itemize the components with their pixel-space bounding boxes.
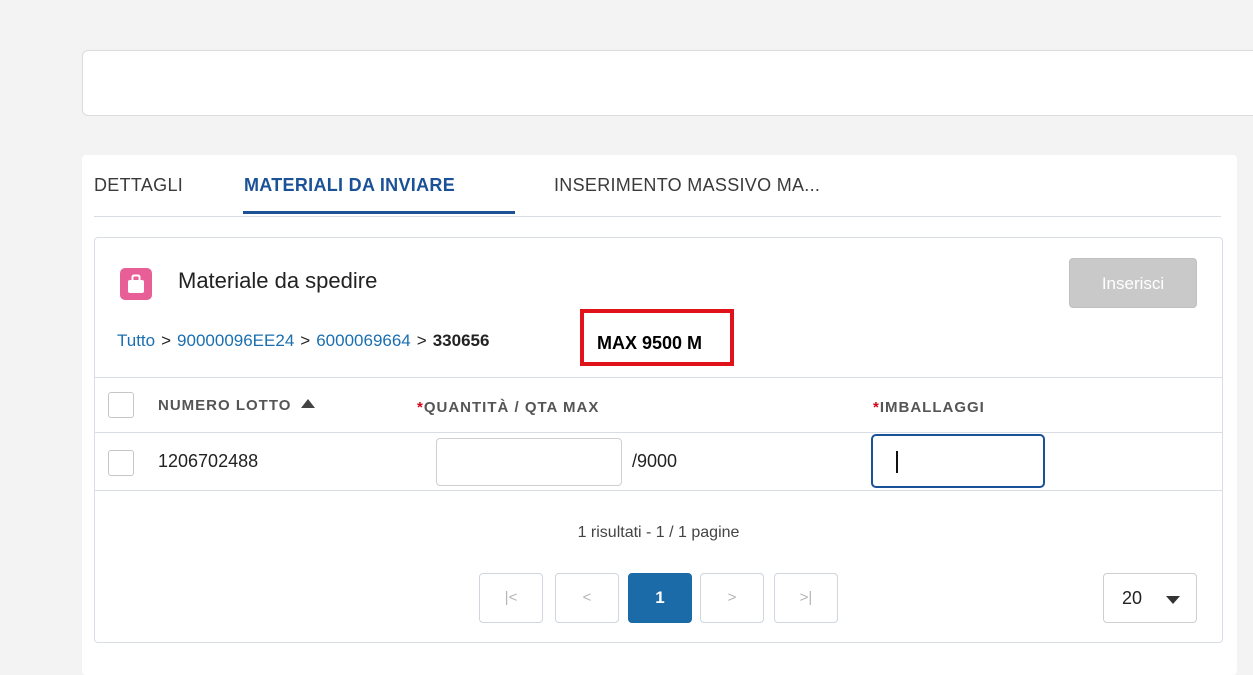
main-panel: DETTAGLI MATERIALI DA INVIARE INSERIMENT… [82,155,1237,675]
lotto-number: 1206702488 [158,451,259,471]
materiale-card: Materiale da spedire Inserisci Tutto >900… [94,237,1223,643]
sort-ascending-icon [301,399,316,408]
tab-inserimento-massivo[interactable]: INSERIMENTO MASSIVO MA... [554,175,820,196]
page-size-select[interactable]: 20 [1103,573,1197,623]
breadcrumb: Tutto >90000096EE24 >6000069664 >330656 [117,331,489,351]
breadcrumb-item-tutto[interactable]: Tutto [117,331,155,350]
column-header-numero-lotto[interactable]: NUMERO LOTTO [158,397,316,414]
breadcrumb-separator: > [161,331,172,350]
column-header-quantita: *QUANTITÀ / QTA MAX [417,399,599,416]
text-cursor [896,451,898,473]
prev-page-button[interactable]: < [555,573,619,623]
qta-max-value: /9000 [632,451,678,471]
page-size-value: 20 [1122,588,1143,608]
insert-button[interactable]: Inserisci [1069,258,1197,308]
active-tab-indicator [243,211,515,214]
imballaggi-input[interactable] [871,434,1045,488]
required-mark: * [417,399,424,416]
page-1-button[interactable]: 1 [628,573,692,623]
required-mark: * [873,399,880,416]
header-panel [82,50,1253,116]
results-summary: 1 risultati - 1 / 1 pagine [577,524,740,541]
breadcrumb-item-current: 330656 [432,331,490,350]
tab-bar: DETTAGLI MATERIALI DA INVIARE INSERIMENT… [94,155,1221,217]
tab-dettagli[interactable]: DETTAGLI [94,175,183,196]
table-header: NUMERO LOTTO *QUANTITÀ / QTA MAX *IMBALL… [95,377,1222,433]
select-all-checkbox[interactable] [108,392,134,418]
breadcrumb-separator: > [300,331,311,350]
breadcrumb-item-delivery[interactable]: 6000069664 [316,331,411,350]
column-label-numero-lotto: NUMERO LOTTO [158,397,292,414]
quantity-input[interactable] [436,438,622,486]
column-label-imballaggi: IMBALLAGGI [879,399,985,416]
briefcase-icon [120,268,152,300]
column-label-quantita: QUANTITÀ / QTA MAX [423,399,600,416]
max-quantity-label: MAX 9500 M [597,333,703,353]
column-header-imballaggi: *IMBALLAGGI [873,399,985,416]
breadcrumb-item-order[interactable]: 90000096EE24 [177,331,294,350]
row-checkbox[interactable] [108,450,134,476]
next-page-button[interactable]: > [700,573,764,623]
card-title: Materiale da spedire [178,268,378,293]
last-page-button[interactable]: >| [774,573,838,623]
chevron-down-icon [1166,596,1180,604]
tab-materiali-da-inviare[interactable]: MATERIALI DA INVIARE [244,175,455,196]
breadcrumb-separator: > [416,331,427,350]
table-row: 1206702488 /9000 [95,433,1222,491]
first-page-button[interactable]: |< [479,573,543,623]
